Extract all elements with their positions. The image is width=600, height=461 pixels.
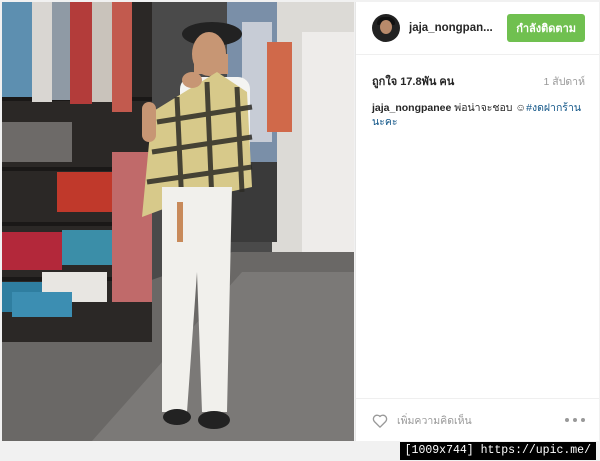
comment-input[interactable]: เพิ่มความคิดเห็น: [397, 412, 472, 429]
post-panel: jaja_nongpan... กำลังติดตาม ถูกใจ 17.8พั…: [355, 2, 599, 441]
follow-button[interactable]: กำลังติดตาม: [507, 14, 585, 42]
more-options-icon[interactable]: [565, 418, 585, 422]
post-frame: jaja_nongpan... กำลังติดตาม ถูกใจ 17.8พั…: [0, 0, 600, 461]
avatar[interactable]: [372, 14, 400, 42]
post-photo[interactable]: [2, 2, 354, 441]
post-header: jaja_nongpan... กำลังติดตาม: [356, 2, 599, 55]
heart-icon[interactable]: [372, 413, 388, 428]
post-date[interactable]: 1 สัปดาห์: [544, 73, 585, 90]
likes-count[interactable]: ถูกใจ 17.8พัน คน: [372, 72, 454, 90]
caption-text: พ่อน่าจะชอบ ☺: [451, 102, 527, 114]
caption: jaja_nongpanee พ่อน่าจะชอบ ☺#งดฝากร้านนะ…: [356, 91, 599, 129]
watermark: [1009x744] https://upic.me/: [399, 442, 596, 460]
post-stats: ถูกใจ 17.8พัน คน 1 สัปดาห์: [356, 55, 599, 91]
photo-illustration: [2, 2, 354, 441]
caption-username[interactable]: jaja_nongpanee: [372, 102, 451, 114]
username-link[interactable]: jaja_nongpan...: [409, 22, 501, 34]
comment-bar: เพิ่มความคิดเห็น: [356, 398, 599, 441]
